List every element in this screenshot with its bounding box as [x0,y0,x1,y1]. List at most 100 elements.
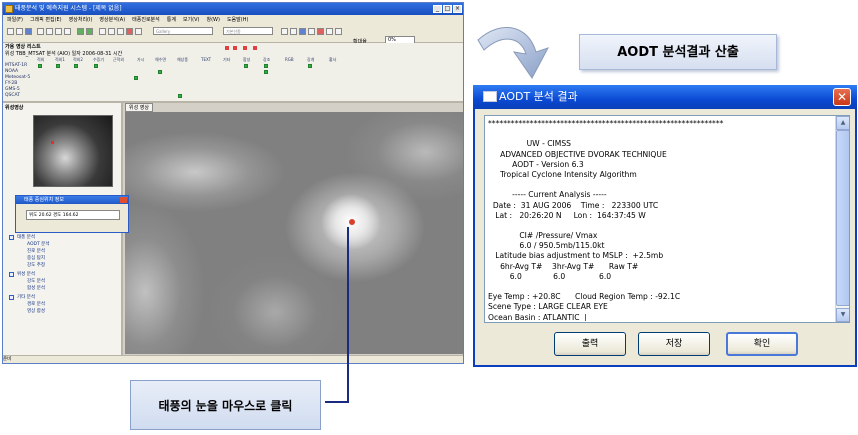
list-filter-bar[interactable]: 위성 TBB_MTSAT 분석 (AIO) 일자 2006-08-31 시간 [5,50,122,57]
aodt-text-line: Latitude bias adjustment to MSLP : +2.5m… [488,251,664,261]
menu-file[interactable]: 파일(F) [7,15,23,25]
list-panel-title: 가용 영상 리스트 [5,44,41,50]
tree-item-other[interactable]: 기타 분석 [17,294,35,300]
tree-item-image-composite[interactable]: 영상 합성 [27,308,45,314]
copy-icon[interactable] [55,28,62,35]
scroll-thumb[interactable] [836,130,849,306]
available-cell[interactable] [94,64,98,68]
menu-image-analysis[interactable]: 영상분석(A) [99,15,125,25]
select-tool-icon[interactable] [281,28,288,35]
menu-help[interactable]: 도움말(H) [227,15,248,25]
list-item-satellite[interactable]: GMS-5 [5,87,20,92]
list-item-satellite[interactable]: MTSAT-1R [5,63,27,68]
vertical-scrollbar[interactable]: ▲ ▼ [835,116,849,322]
menu-track-analysis[interactable]: 태풍진로분석 [132,15,160,25]
tree-folder-icon[interactable] [9,295,14,300]
rectangle-tool-icon[interactable] [117,28,124,35]
close-button[interactable]: ✕ [833,88,851,106]
refresh-icon[interactable] [335,28,342,35]
available-image-list-panel: 가용 영상 리스트 위성 TBB_MTSAT 분석 (AIO) 일자 2006-… [3,43,463,103]
available-cell[interactable] [56,64,60,68]
list-item-satellite[interactable]: NOAA [5,69,18,74]
layer-icon[interactable] [326,28,333,35]
measure-tool-icon[interactable] [299,28,306,35]
nav-marker[interactable] [233,46,237,50]
cut-icon[interactable] [46,28,53,35]
aodt-result-textarea[interactable]: ****************************************… [484,115,850,323]
info-close-icon[interactable] [120,197,127,203]
aodt-text-line [488,129,833,139]
tree-item-center[interactable]: 중심 탐지 [27,255,45,261]
paste-icon[interactable] [64,28,71,35]
menu-view[interactable]: 보기(V) [183,15,200,25]
app-close-button[interactable]: × [453,5,462,13]
tree-item-path[interactable]: 경로 분석 [27,301,45,307]
zoom-out-icon[interactable] [86,28,93,35]
marker-icon[interactable] [126,28,133,35]
pan-tool-icon[interactable] [290,28,297,35]
print-icon[interactable] [37,28,44,35]
available-cell[interactable] [178,94,182,98]
tree-folder-icon[interactable] [9,272,14,277]
zoom-in-icon[interactable] [77,28,84,35]
info-position-field[interactable]: 위도 20.62 경도 164.62 [26,210,120,220]
text-tool-icon[interactable] [135,28,142,35]
aodt-text-line: CI# /Pressure/ Vmax [488,231,598,241]
line-style-select[interactable]: 기본선종 [223,27,273,35]
menu-image-processing[interactable]: 영상처리(I) [69,15,93,25]
menu-window[interactable]: 창(W) [207,15,220,25]
available-cell[interactable] [134,76,138,80]
available-cell[interactable] [264,70,268,74]
line-tool-icon[interactable] [108,28,115,35]
nav-marker[interactable] [225,46,229,50]
tree-item-strength[interactable]: 강도 분석 [27,278,45,284]
scroll-up-icon[interactable]: ▲ [836,116,849,130]
aodt-dialog-title: AODT 분석 결과 [473,85,857,109]
available-cell[interactable] [74,64,78,68]
ok-button[interactable]: 확인 [726,332,798,356]
column-header: 적외 [37,57,45,62]
available-cell[interactable] [158,70,162,74]
column-header: RGB [285,57,294,62]
typhoon-mark-icon[interactable] [317,28,324,35]
gallery-select[interactable]: Gallery [153,27,213,35]
list-item-satellite[interactable]: Meteosat-5 [5,75,30,80]
aodt-text-line: UW - CIMSS [488,139,571,149]
grid-icon[interactable] [308,28,315,35]
tree-item-intensity[interactable]: 강도 추정 [27,262,45,268]
aodt-text-line: Lat : 20:26:20 N Lon : 164:37:45 W [488,210,646,220]
save-icon[interactable] [25,28,32,35]
tree-item-satellite[interactable]: 위성 분석 [17,271,35,277]
tree-item-track[interactable]: 진로 분석 [27,248,45,254]
print-button[interactable]: 출력 [554,332,626,356]
scroll-down-icon[interactable]: ▼ [836,308,849,322]
column-header: 적외2 [73,57,83,62]
maximize-button[interactable]: □ [443,5,452,13]
tab-satellite-image[interactable]: 위성 영상 [125,103,153,112]
available-cell[interactable] [264,64,268,68]
pointer-icon[interactable] [99,28,106,35]
app-titlebar: 태풍분석 및 예측지원 시스템 - [제목 없음] [3,3,463,15]
available-cell[interactable] [38,64,42,68]
available-cell[interactable] [244,64,248,68]
menu-statistics[interactable]: 통계 [167,15,176,25]
thumbnail-center-marker [51,141,54,144]
nav-marker[interactable] [243,46,247,50]
aodt-text-line: Ocean Basin : ATLANTIC | [488,312,587,321]
tree-item-typhoon-analysis[interactable]: 태풍 분석 [17,234,35,240]
tree-item-aodt[interactable]: AODT 분석 [27,241,49,247]
available-cell[interactable] [308,64,312,68]
tree-item-composite[interactable]: 합성 분석 [27,285,45,291]
tree-folder-icon[interactable] [9,235,14,240]
list-item-satellite[interactable]: QSCAT [5,93,20,98]
save-button[interactable]: 저장 [638,332,710,356]
nav-marker[interactable] [253,46,257,50]
aodt-text-line: Tropical Cyclone Intensity Algorithm [488,169,637,179]
open-file-icon[interactable] [16,28,23,35]
menu-edit[interactable]: 그래픽 편집(E) [30,15,62,25]
new-file-icon[interactable] [7,28,14,35]
satellite-thumbnail[interactable] [33,115,113,187]
minimize-button[interactable]: _ [433,5,442,13]
list-item-satellite[interactable]: FY-2B [5,81,17,86]
aodt-text-line [488,221,833,231]
